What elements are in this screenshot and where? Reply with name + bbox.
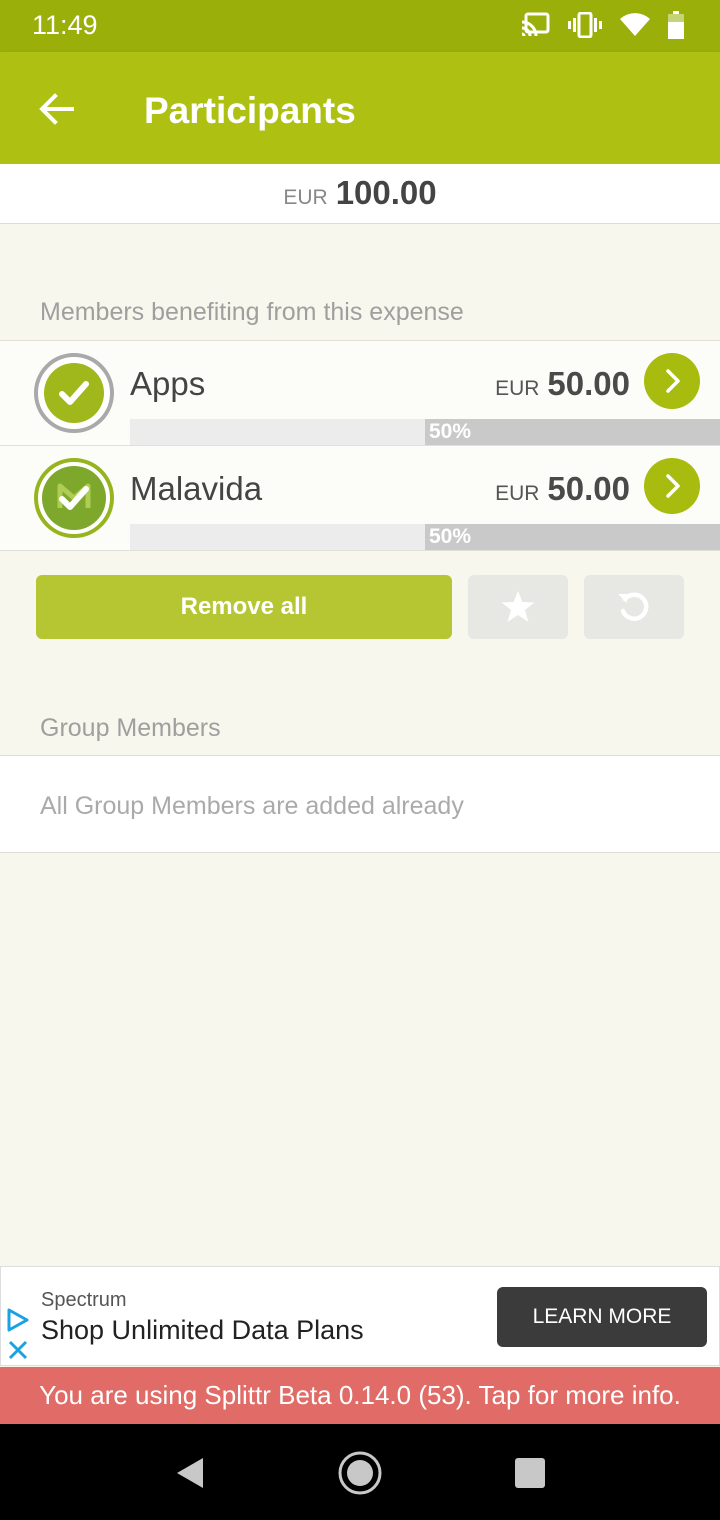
member-amount: EUR 50.00 <box>495 470 630 508</box>
avatar[interactable] <box>34 353 114 433</box>
member-row-malavida[interactable]: Malavida EUR 50.00 50% <box>0 445 720 550</box>
triangle-back-icon <box>177 1458 203 1488</box>
malavida-logo-icon <box>57 483 91 510</box>
reset-icon <box>618 592 649 621</box>
battery-icon <box>668 10 684 44</box>
ad-headline[interactable]: Shop Unlimited Data Plans <box>41 1315 364 1346</box>
member-value: 50.00 <box>547 365 630 402</box>
check-icon <box>59 381 89 405</box>
member-currency: EUR <box>495 482 540 505</box>
member-name: Malavida <box>130 470 263 507</box>
action-buttons: Remove all <box>0 575 720 639</box>
nav-back-button[interactable] <box>164 1448 214 1498</box>
divider <box>0 550 720 551</box>
share-label: 50% <box>429 420 472 443</box>
ad-banner[interactable]: Spectrum Shop Unlimited Data Plans LEARN… <box>0 1266 720 1366</box>
avatar[interactable] <box>34 458 114 538</box>
empty-state-text: All Group Members are added already <box>40 792 464 820</box>
member-currency: EUR <box>495 377 540 400</box>
total-currency: EUR <box>283 186 328 209</box>
favorite-button[interactable] <box>468 575 568 639</box>
member-value: 50.00 <box>547 470 630 507</box>
ad-choices-icon[interactable] <box>5 1307 31 1338</box>
beta-info-banner[interactable]: You are using Splittr Beta 0.14.0 (53). … <box>0 1367 720 1424</box>
total-amount: 100.00 <box>335 174 437 211</box>
back-button[interactable] <box>30 86 82 132</box>
status-bar: 11:49 <box>0 0 720 52</box>
group-members-section-label: Group Members <box>40 714 221 742</box>
member-amount: EUR 50.00 <box>495 365 630 403</box>
ad-close-icon[interactable] <box>7 1339 29 1366</box>
share-bar[interactable]: 50% <box>130 524 720 550</box>
circle-home-icon <box>338 1451 382 1495</box>
vibrate-icon <box>568 11 602 43</box>
group-members-empty: All Group Members are added already <box>0 755 720 853</box>
status-icons <box>520 10 684 44</box>
reset-button[interactable] <box>584 575 684 639</box>
share-label: 50% <box>429 525 472 548</box>
cast-icon <box>520 12 550 43</box>
chevron-right-icon <box>666 474 680 498</box>
system-nav-bar <box>0 1424 720 1520</box>
wifi-icon <box>620 12 650 42</box>
status-time: 11:49 <box>32 10 98 40</box>
member-row-apps[interactable]: Apps EUR 50.00 50% <box>0 340 720 445</box>
member-name: Apps <box>130 365 206 402</box>
ad-learn-more-button[interactable]: LEARN MORE <box>497 1287 707 1347</box>
share-fill: 50% <box>425 524 720 550</box>
arrow-left-icon <box>39 93 74 125</box>
square-recents-icon <box>515 1458 545 1488</box>
share-fill: 50% <box>425 419 720 445</box>
star-icon <box>501 591 535 622</box>
ad-brand: Spectrum <box>41 1289 127 1311</box>
expense-total: EUR 100.00 <box>0 164 720 224</box>
page-title: Participants <box>144 90 356 131</box>
beneficiaries-section-label: Members benefiting from this expense <box>40 298 464 326</box>
app-bar: Participants <box>0 52 720 164</box>
chevron-right-icon <box>666 369 680 393</box>
nav-recents-button[interactable] <box>505 1448 555 1498</box>
member-detail-button[interactable] <box>644 353 700 409</box>
share-bar[interactable]: 50% <box>130 419 720 445</box>
remove-all-button[interactable]: Remove all <box>36 575 452 639</box>
nav-home-button[interactable] <box>335 1448 385 1498</box>
member-detail-button[interactable] <box>644 458 700 514</box>
